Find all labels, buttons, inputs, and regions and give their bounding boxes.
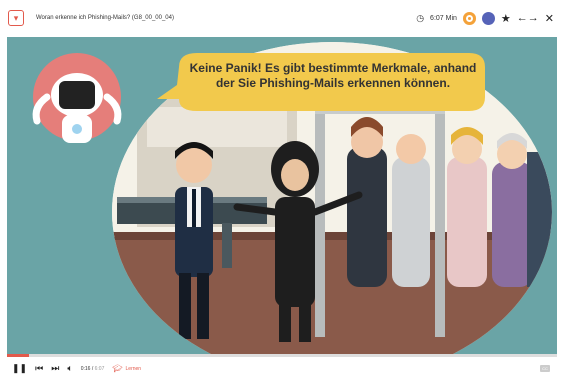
captions-button[interactable]: CC [540, 365, 550, 372]
robot-mascot [32, 53, 122, 143]
shield-icon: ▾ [8, 10, 24, 26]
skip-back-icon[interactable]: ⏮ [35, 363, 43, 374]
duration-label: 6:07 Min [430, 14, 457, 22]
video-progress-fill [7, 354, 29, 357]
skip-forward-icon[interactable]: ⏭ [51, 363, 59, 374]
close-icon[interactable]: ✕ [545, 12, 554, 25]
toolbar: ◷ 6:07 Min ★ ←→ ✕ [416, 11, 554, 25]
profile-icon[interactable] [481, 11, 495, 25]
graduation-cap-icon: 🎓︎ [112, 364, 123, 373]
audio-toggle-icon[interactable] [462, 11, 476, 25]
volume-icon[interactable]: 🔈︎ [67, 363, 72, 374]
star-icon[interactable]: ★ [501, 12, 511, 25]
pause-icon[interactable]: ❚❚ [12, 363, 27, 374]
clock-icon: ◷ [416, 12, 425, 23]
title-bar: ▾ Woran erkenne ich Phishing-Mails? (G8_… [0, 0, 562, 36]
learn-button[interactable]: 🎓︎ Lernen [112, 364, 141, 373]
expand-arrows-icon[interactable]: ←→ [517, 12, 539, 24]
speech-text: Keine Panik! Es gibt bestimmte Merkmale,… [189, 61, 477, 90]
page-title: Woran erkenne ich Phishing-Mails? (G8_00… [36, 15, 174, 21]
crowd [347, 117, 552, 287]
player-controls: ❚❚ ⏮ ⏭ 🔈︎ 0:16 / 6:07 🎓︎ Lernen CC [0, 358, 562, 379]
video-player[interactable]: Keine Panik! Es gibt bestimmte Merkmale,… [7, 37, 557, 354]
security-gate [315, 107, 325, 337]
playback-time: 0:16 / 6:07 [80, 365, 105, 372]
video-progress-bar[interactable] [7, 354, 557, 357]
